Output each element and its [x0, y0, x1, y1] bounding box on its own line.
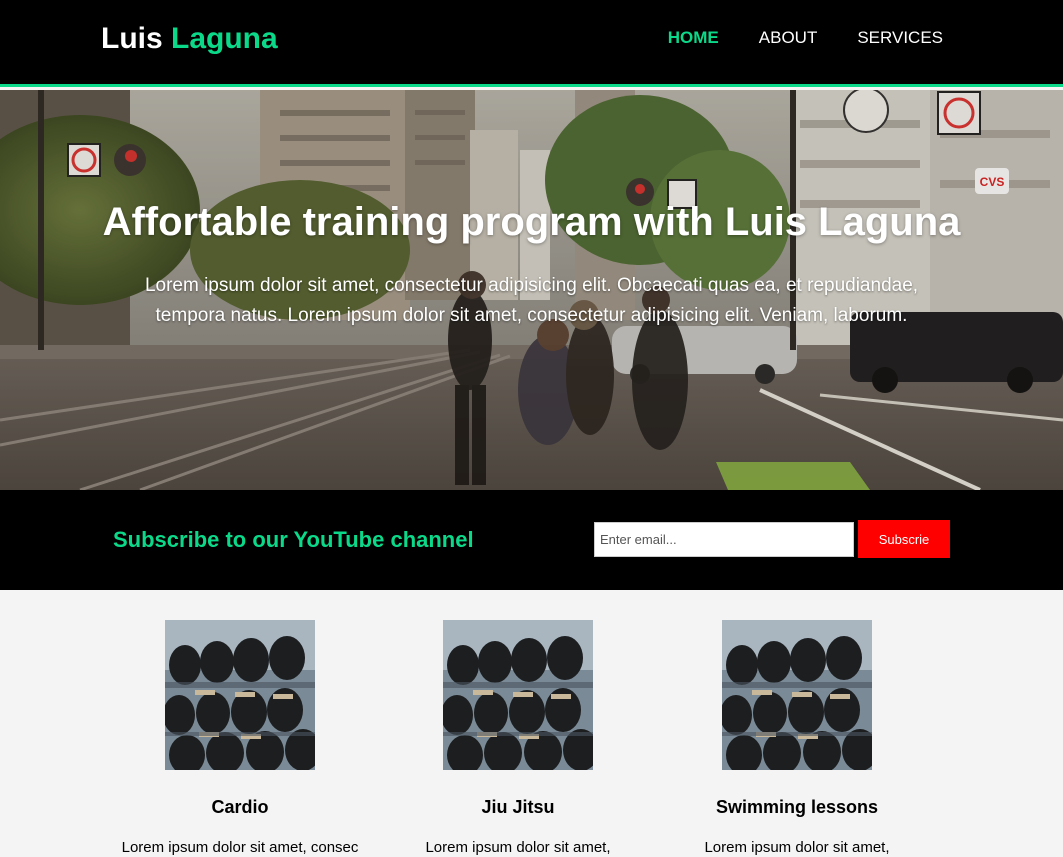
card-title: Cardio: [211, 797, 269, 817]
card-text: Lorem ipsum dolor sit amet,: [425, 839, 611, 856]
card-title: Swimming lessons: [715, 797, 879, 817]
brand-logo[interactable]: Luis Laguna: [101, 20, 278, 58]
card-text: Lorem ipsum dolor sit amet, consec: [121, 839, 359, 856]
card-text: Lorem ipsum dolor sit amet,: [704, 839, 890, 856]
email-input[interactable]: [594, 522, 854, 557]
main-nav: HOME ABOUT SERVICES: [628, 28, 943, 48]
dumbbells-image: [165, 620, 315, 770]
card-swimming-lessons: Swimming lessons Lorem ipsum dolor sit a…: [657, 590, 937, 856]
card-cardio: Cardio Lorem ipsum dolor sit amet, conse…: [100, 590, 380, 856]
dumbbells-image: [443, 620, 593, 770]
subscribe-section: Subscribe to our YouTube channel Subscri…: [0, 490, 1063, 590]
services-cards: Cardio Lorem ipsum dolor sit amet, conse…: [0, 590, 1063, 856]
card-jiu-jitsu: Jiu Jitsu Lorem ipsum dolor sit amet,: [378, 590, 658, 856]
dumbbells-image: [722, 620, 872, 770]
site-header: Luis Laguna HOME ABOUT SERVICES: [0, 0, 1063, 87]
brand-second-word: Laguna: [171, 22, 278, 55]
nav-services-link[interactable]: SERVICES: [857, 28, 943, 48]
hero-title: Affortable training program with Luis La…: [102, 200, 961, 244]
hero-description: Lorem ipsum dolor sit amet, consectetur …: [144, 275, 919, 326]
subscribe-button[interactable]: Subscrie: [858, 520, 950, 558]
nav-home-link[interactable]: HOME: [668, 28, 719, 48]
card-title: Jiu Jitsu: [481, 797, 555, 817]
subscribe-title: Subscribe to our YouTube channel: [113, 527, 474, 552]
brand-first-word: Luis: [101, 22, 163, 55]
nav-about-link[interactable]: ABOUT: [759, 28, 818, 48]
hero-section: CVS Affortable training program with Lui…: [0, 90, 1063, 490]
